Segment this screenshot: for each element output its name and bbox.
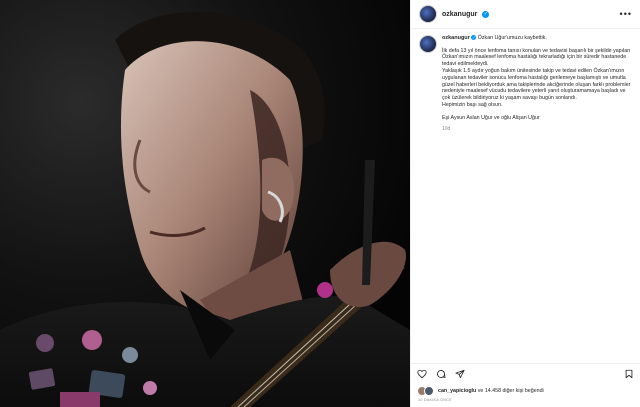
header-username[interactable]: ozkanugur	[442, 11, 477, 18]
concert-photo-image	[0, 0, 410, 407]
likes-text[interactable]: can_yapicioglu ve 14.458 diğer kişi beğe…	[438, 388, 544, 394]
avatar[interactable]	[419, 5, 437, 23]
likes-row: can_yapicioglu ve 14.458 diğer kişi beğe…	[417, 386, 634, 396]
post-sidebar: ozkanugur ✓ ••• ozkanugur ✓ Özkan Uğur'u…	[410, 0, 640, 407]
post-date: 10 DAKİKA ÖNCE	[418, 398, 452, 402]
caption-verified-badge-icon: ✓	[471, 35, 477, 40]
more-options-icon[interactable]: •••	[620, 9, 632, 19]
liker-avatars[interactable]	[417, 386, 434, 396]
comment-icon[interactable]	[436, 369, 446, 379]
heart-icon[interactable]	[417, 369, 427, 379]
verified-badge-icon: ✓	[482, 10, 490, 18]
caption-text: ozkanugur ✓ Özkan Uğur'umuzu kaybettik. …	[442, 35, 632, 132]
caption-time-ago: 10d	[442, 125, 451, 132]
action-bar	[411, 363, 640, 383]
post-header: ozkanugur ✓ •••	[411, 0, 640, 29]
caption-paragraph-3: Hepimizin başı sağ olsun.	[442, 102, 503, 109]
likes-rest: ve 14.458 diğer kişi beğendi	[476, 388, 544, 394]
caption-area: ozkanugur ✓ Özkan Uğur'umuzu kaybettik. …	[411, 29, 640, 407]
caption-headline: Özkan Uğur'umuzu kaybettik.	[477, 35, 547, 41]
caption-paragraph-2: Yaklaşık 1.5 aydır yoğun bakım ünitesind…	[442, 68, 631, 102]
instagram-post: ozkanugur ✓ ••• ozkanugur ✓ Özkan Uğur'u…	[0, 0, 640, 407]
likes-user[interactable]: can_yapicioglu	[438, 388, 476, 394]
caption-paragraph-1: İlk defa 13 yıl önce lenfoma tanısı konu…	[442, 47, 631, 68]
share-icon[interactable]	[455, 369, 465, 379]
post-photo[interactable]	[0, 0, 410, 407]
caption-username[interactable]: ozkanugur	[442, 35, 470, 41]
caption-signature: Eşi Aysun Aslan Uğur ve oğlu Alişan Uğur	[442, 114, 540, 121]
bookmark-icon[interactable]	[624, 369, 634, 379]
caption-avatar[interactable]	[419, 35, 437, 53]
